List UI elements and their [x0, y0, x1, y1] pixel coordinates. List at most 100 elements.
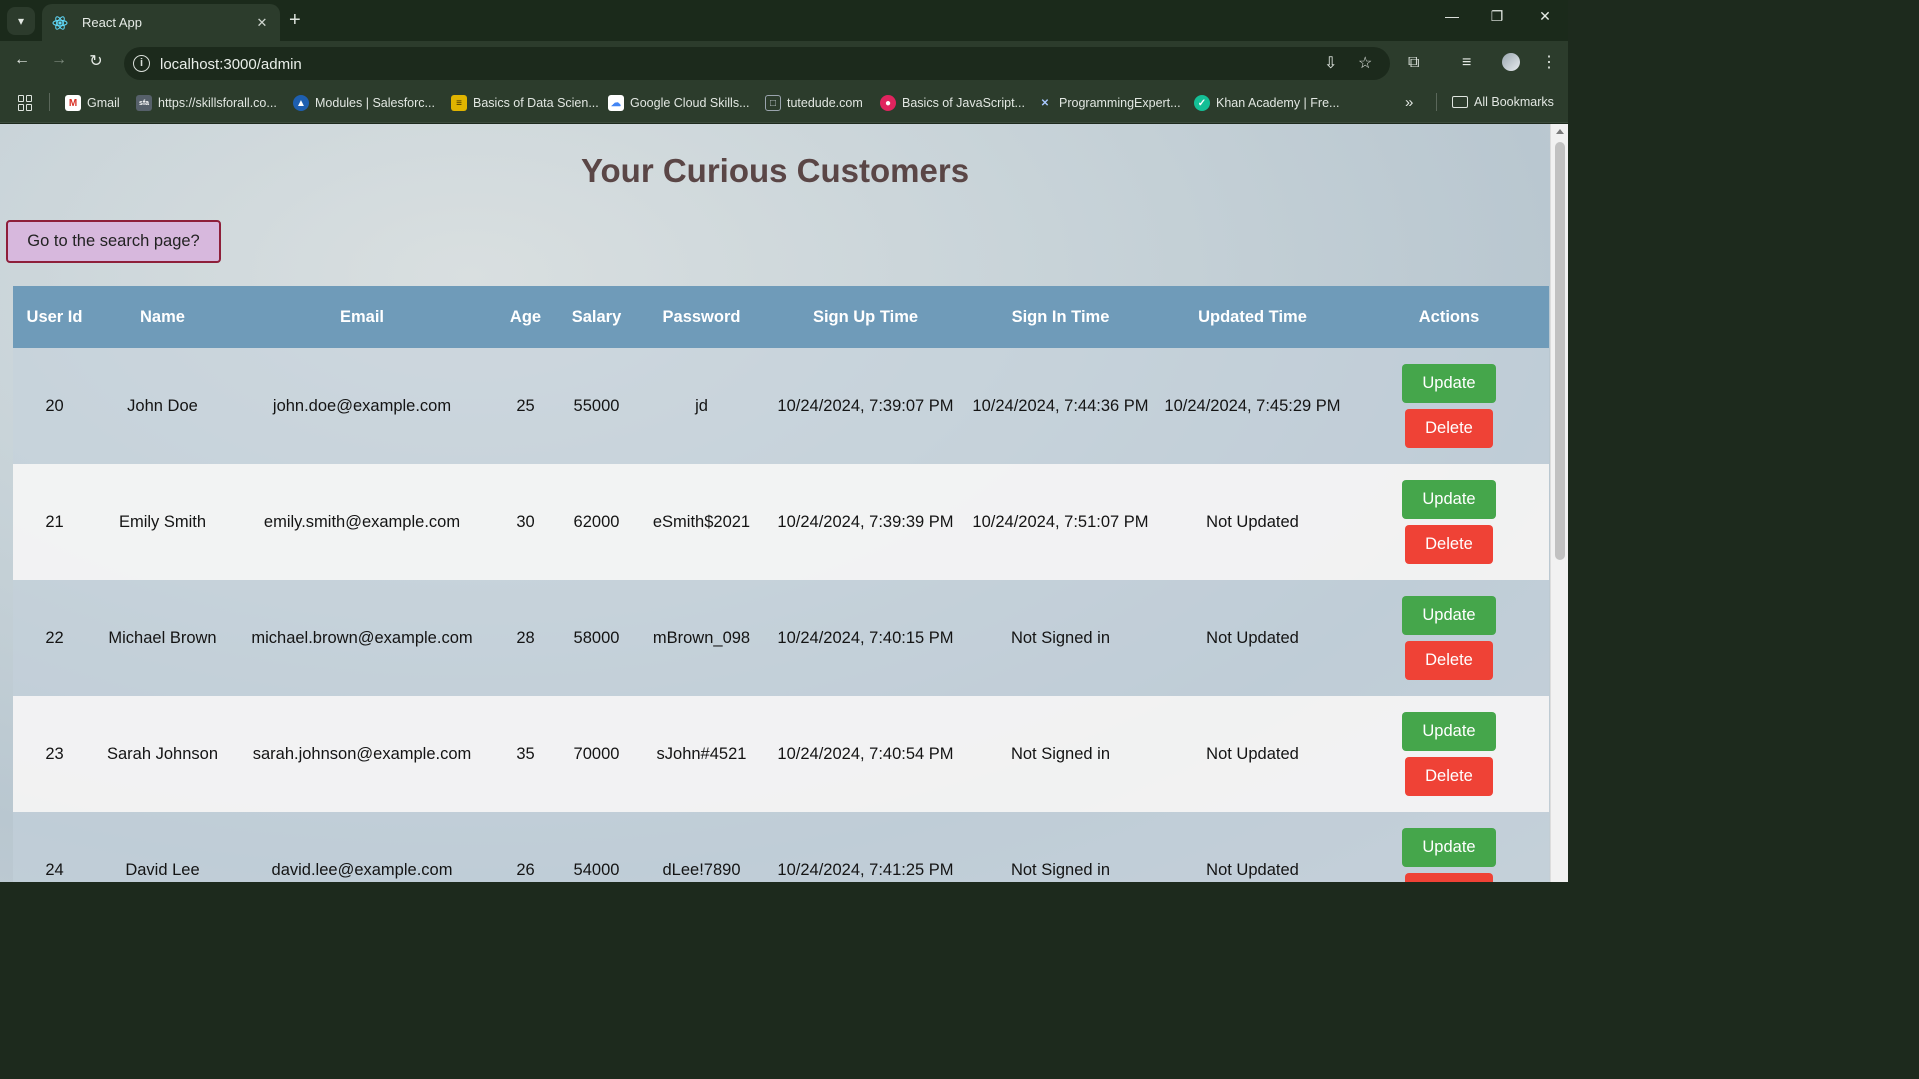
cell-salary: 58000 [556, 580, 637, 696]
cell-email: david.lee@example.com [229, 812, 495, 882]
bookmark-label: ProgrammingExpert... [1059, 96, 1181, 110]
column-header: Sign In Time [965, 286, 1156, 348]
go-to-search-button[interactable]: Go to the search page? [6, 220, 221, 263]
bookmark-google-cloud[interactable]: ☁ Google Cloud Skills... [608, 95, 750, 111]
bookmark-salesforce-modules[interactable]: ▲ Modules | Salesforc... [293, 95, 435, 111]
cell-salary: 70000 [556, 696, 637, 812]
browser-menu-icon[interactable]: ⋮ [1541, 52, 1557, 72]
bookmark-programmingexpert[interactable]: ✕ ProgrammingExpert... [1037, 95, 1181, 111]
all-bookmarks-folder[interactable]: All Bookmarks [1452, 95, 1554, 109]
cell-email: john.doe@example.com [229, 348, 495, 464]
bookmarks-divider-right [1436, 93, 1437, 111]
cell-salary: 62000 [556, 464, 637, 580]
update-button[interactable]: Update [1402, 596, 1496, 635]
cell-user-id: 20 [13, 348, 96, 464]
new-tab-plus-icon[interactable]: + [289, 9, 301, 31]
browser-tab[interactable]: React App ✕ [42, 4, 280, 41]
bookmark-label: Google Cloud Skills... [630, 96, 750, 110]
cell-age: 26 [495, 812, 556, 882]
cell-actions: Update Delete [1349, 812, 1549, 882]
scrollbar-thumb[interactable] [1555, 142, 1565, 560]
restore-window-icon[interactable]: ❐ [1482, 8, 1512, 25]
column-header: Updated Time [1156, 286, 1349, 348]
close-window-icon[interactable]: ✕ [1530, 8, 1560, 25]
cell-actions: Update Delete [1349, 696, 1549, 812]
tab-close-icon[interactable]: ✕ [254, 15, 270, 31]
bookmark-label: Basics of JavaScript... [902, 96, 1025, 110]
bookmark-label: Modules | Salesforc... [315, 96, 435, 110]
page-title: Your Curious Customers [580, 152, 970, 189]
minimize-icon[interactable]: — [1437, 8, 1467, 24]
bookmark-label: https://skillsforall.co... [158, 96, 277, 110]
bookmark-javascript-basics[interactable]: ● Basics of JavaScript... [880, 95, 1025, 111]
page-scrollbar[interactable] [1550, 124, 1568, 882]
update-button[interactable]: Update [1402, 364, 1496, 403]
cell-signup-time: 10/24/2024, 7:39:07 PM [766, 348, 965, 464]
tutedude-icon: □ [765, 95, 781, 111]
cell-age: 35 [495, 696, 556, 812]
cell-email: michael.brown@example.com [229, 580, 495, 696]
extensions-puzzle-icon[interactable]: ⧉ [1408, 54, 1419, 72]
bookmark-star-icon[interactable]: ☆ [1358, 53, 1372, 73]
update-button[interactable]: Update [1402, 480, 1496, 519]
cell-password: dLee!7890 [637, 812, 766, 882]
url-text[interactable]: localhost:3000/admin [160, 56, 302, 73]
cell-salary: 55000 [556, 348, 637, 464]
table-header-row: User Id Name Email Age Salary Password S… [13, 286, 1549, 348]
cell-signin-time: Not Signed in [965, 812, 1156, 882]
cell-password: mBrown_098 [637, 580, 766, 696]
delete-button[interactable]: Delete [1405, 757, 1493, 796]
bookmark-skillsforall[interactable]: sfa https://skillsforall.co... [136, 95, 277, 111]
cell-signin-time: 10/24/2024, 7:44:36 PM [965, 348, 1156, 464]
tab-search-chevron-icon[interactable]: ▾ [7, 7, 35, 35]
google-cloud-icon: ☁ [608, 95, 624, 111]
column-header: Name [96, 286, 229, 348]
cell-name: David Lee [96, 812, 229, 882]
cell-signin-time: 10/24/2024, 7:51:07 PM [965, 464, 1156, 580]
react-logo-icon [52, 15, 68, 30]
address-bar[interactable]: i localhost:3000/admin ⇩ ☆ [124, 47, 1390, 80]
data-science-icon: ≡ [451, 95, 467, 111]
cell-updated-time: Not Updated [1156, 696, 1349, 812]
forward-arrow-icon[interactable]: → [47, 51, 71, 69]
cell-password: sJohn#4521 [637, 696, 766, 812]
delete-button[interactable]: Delete [1405, 525, 1493, 564]
reload-icon[interactable]: ↻ [84, 51, 108, 71]
install-app-icon[interactable]: ⇩ [1324, 53, 1337, 73]
table-row: 24 David Lee david.lee@example.com 26 54… [13, 812, 1549, 882]
site-info-icon[interactable]: i [133, 55, 150, 72]
bookmark-khan-academy[interactable]: ✓ Khan Academy | Fre... [1194, 95, 1339, 111]
khan-academy-icon: ✓ [1194, 95, 1210, 111]
bookmark-data-science[interactable]: ≡ Basics of Data Scien... [451, 95, 599, 111]
delete-button[interactable]: Delete [1405, 641, 1493, 680]
cell-user-id: 23 [13, 696, 96, 812]
cell-email: sarah.johnson@example.com [229, 696, 495, 812]
more-bookmarks-chevron-icon[interactable]: » [1405, 94, 1413, 111]
cell-actions: Update Delete [1349, 580, 1549, 696]
salesforce-trailhead-icon: ▲ [293, 95, 309, 111]
apps-grid-icon[interactable] [18, 95, 34, 111]
bookmarks-divider [49, 93, 50, 111]
delete-button[interactable]: Delete [1405, 873, 1493, 882]
cell-signin-time: Not Signed in [965, 696, 1156, 812]
media-control-icon[interactable]: ≡ [1462, 54, 1471, 72]
back-arrow-icon[interactable]: ← [10, 51, 34, 69]
bookmark-label: Basics of Data Scien... [473, 96, 599, 110]
folder-icon [1452, 96, 1468, 108]
column-header: Actions [1349, 286, 1549, 348]
update-button[interactable]: Update [1402, 828, 1496, 867]
bookmark-label: tutedude.com [787, 96, 863, 110]
cell-password: jd [637, 348, 766, 464]
cell-name: Emily Smith [96, 464, 229, 580]
update-button[interactable]: Update [1402, 712, 1496, 751]
cell-updated-time: Not Updated [1156, 464, 1349, 580]
profile-avatar[interactable] [1502, 53, 1520, 71]
cell-user-id: 21 [13, 464, 96, 580]
bookmark-gmail[interactable]: M Gmail [65, 95, 120, 111]
column-header: Age [495, 286, 556, 348]
cell-signup-time: 10/24/2024, 7:40:15 PM [766, 580, 965, 696]
delete-button[interactable]: Delete [1405, 409, 1493, 448]
scroll-up-arrow-icon[interactable] [1556, 129, 1564, 134]
cell-updated-time: Not Updated [1156, 812, 1349, 882]
bookmark-tutedude[interactable]: □ tutedude.com [765, 95, 863, 111]
